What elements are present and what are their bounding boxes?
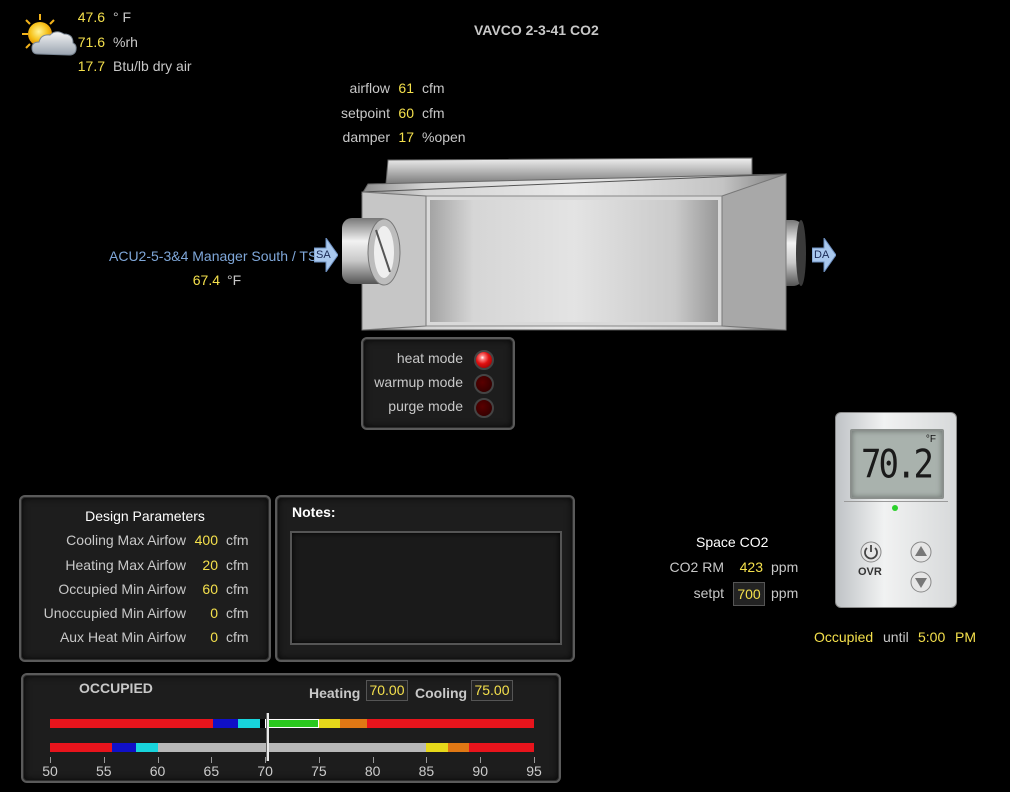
scale-tick-label: 85 [418, 763, 435, 779]
cooling-max-airflow-label: Cooling Max Airfow [66, 532, 186, 548]
scale-tick-label: 95 [526, 763, 542, 779]
unoccupied-min-airflow-label: Unoccupied Min Airfow [43, 605, 186, 621]
occupancy-ampm: PM [955, 629, 976, 645]
warmup-mode-label: warmup mode [374, 374, 463, 390]
outdoor-temp-unit: ° F [113, 9, 132, 25]
unoccupied-range-band [426, 743, 448, 752]
current-temp-marker [266, 713, 270, 761]
heat-mode-led-icon [474, 350, 494, 370]
thermostat-status-led-icon [892, 505, 898, 511]
ovr-label: OVR [858, 566, 882, 578]
damper-unit: %open [422, 129, 466, 145]
supply-source-link[interactable]: ACU2-5-3&4 Manager South / TSA [109, 248, 327, 264]
occupied-range-band [318, 719, 341, 728]
unoccupied-range-band [157, 743, 427, 752]
heat-mode-label: heat mode [396, 350, 463, 366]
unoccupied-range-band [469, 743, 534, 752]
schedule-panel: OCCUPIED Heating 70.00 Cooling 75.00 50 5… [21, 673, 561, 783]
outdoor-rh-unit: %rh [113, 34, 138, 50]
heating-max-airflow-value[interactable]: 20 [189, 557, 218, 573]
occupied-range-band [213, 719, 239, 728]
outdoor-temp-value: 47.6 [77, 9, 105, 25]
unoccupied-min-airflow-unit: cfm [226, 605, 249, 621]
aux-heat-min-airflow-value[interactable]: 0 [189, 629, 218, 645]
setpoint-value[interactable]: 60 [392, 105, 414, 121]
setpoint-range-bar[interactable]: 50 55 60 65 70 75 80 85 90 95 [23, 675, 559, 781]
heating-max-airflow-label: Heating Max Airfow [65, 557, 186, 573]
supply-temp-unit: °F [227, 272, 242, 288]
co2-setpt-unit: ppm [771, 585, 799, 601]
heating-max-airflow-unit: cfm [226, 557, 249, 573]
occupancy-status[interactable]: Occupied [814, 629, 873, 645]
occupied-range-band [50, 719, 214, 728]
occupied-min-airflow-value[interactable]: 60 [189, 581, 218, 597]
scale-tick-label: 65 [203, 763, 220, 779]
unoccupied-range-band [447, 743, 470, 752]
supply-temp-value: 67.4 [192, 272, 220, 288]
up-triangle-icon[interactable] [910, 541, 932, 563]
airflow-value[interactable]: 61 [392, 80, 414, 96]
occupied-range-band [265, 719, 319, 728]
notes-label: Notes: [292, 504, 336, 520]
co2-rm-value: 423 [739, 559, 763, 575]
occupancy-time[interactable]: 5:00 [918, 629, 945, 645]
inlet-tag: SA [316, 249, 331, 261]
outdoor-rh-value: 71.6 [77, 34, 105, 50]
outlet-tag: DA [814, 249, 830, 261]
cooling-max-airflow-value[interactable]: 400 [189, 532, 218, 548]
scale-tick-label: 60 [149, 763, 166, 779]
thermostat-display: °F 70.2 [850, 429, 944, 499]
outdoor-enthalpy-unit: Btu/lb dry air [113, 58, 192, 74]
unoccupied-range-band [50, 743, 113, 752]
thermostat-temp: 70.2 [861, 442, 934, 488]
mode-panel: heat mode warmup mode purge mode [361, 337, 515, 430]
vav-box-graphic [342, 157, 806, 331]
thermostat[interactable]: °F 70.2 OVR [835, 412, 957, 608]
scale-tick-label: 90 [472, 763, 488, 779]
airflow-unit: cfm [422, 80, 445, 96]
aux-heat-min-airflow-label: Aux Heat Min Airfow [59, 629, 186, 645]
co2-title: Space CO2 [696, 534, 769, 550]
co2-setpt-label: setpt [693, 585, 724, 601]
design-parameters-title: Design Parameters [85, 508, 205, 524]
notes-textarea[interactable] [290, 531, 562, 645]
setpoint-label: setpoint [340, 105, 390, 121]
unoccupied-range-band [136, 743, 158, 752]
unoccupied-range-band [112, 743, 137, 752]
occupancy-until-label: until [883, 629, 909, 645]
aux-heat-min-airflow-unit: cfm [226, 629, 249, 645]
unoccupied-min-airflow-value[interactable]: 0 [189, 605, 218, 621]
scale-tick-label: 70 [257, 763, 273, 779]
damper-label: damper [342, 129, 390, 145]
setpoint-unit: cfm [422, 105, 445, 121]
co2-rm-label: CO2 RM [669, 559, 724, 575]
occupied-range-band [367, 719, 534, 728]
scale-tick-label: 55 [95, 763, 112, 779]
occupied-range-band [340, 719, 368, 728]
scale-tick-label: 75 [311, 763, 327, 779]
down-triangle-icon[interactable] [910, 571, 932, 593]
scale-tick-label: 50 [42, 763, 58, 779]
occupied-min-airflow-unit: cfm [226, 581, 249, 597]
occupied-min-airflow-label: Occupied Min Airfow [58, 581, 186, 597]
outdoor-enthalpy-value: 17.7 [77, 58, 105, 74]
damper-value[interactable]: 17 [392, 129, 414, 145]
purge-mode-label: purge mode [388, 398, 463, 414]
notes-panel: Notes: [275, 495, 575, 662]
purge-mode-led-icon [474, 398, 494, 418]
occupied-range-band [238, 719, 260, 728]
design-parameters-panel: Design Parameters Cooling Max Airfow 400… [19, 495, 271, 662]
cooling-max-airflow-unit: cfm [226, 532, 249, 548]
co2-setpoint-input[interactable]: 700 [733, 582, 765, 606]
warmup-mode-led-icon [474, 374, 494, 394]
airflow-label: airflow [349, 80, 390, 96]
page-title: VAVCO 2-3-41 CO2 [474, 22, 599, 38]
scale-tick-label: 80 [364, 763, 381, 779]
co2-rm-unit: ppm [771, 559, 799, 575]
power-icon[interactable] [860, 541, 882, 563]
